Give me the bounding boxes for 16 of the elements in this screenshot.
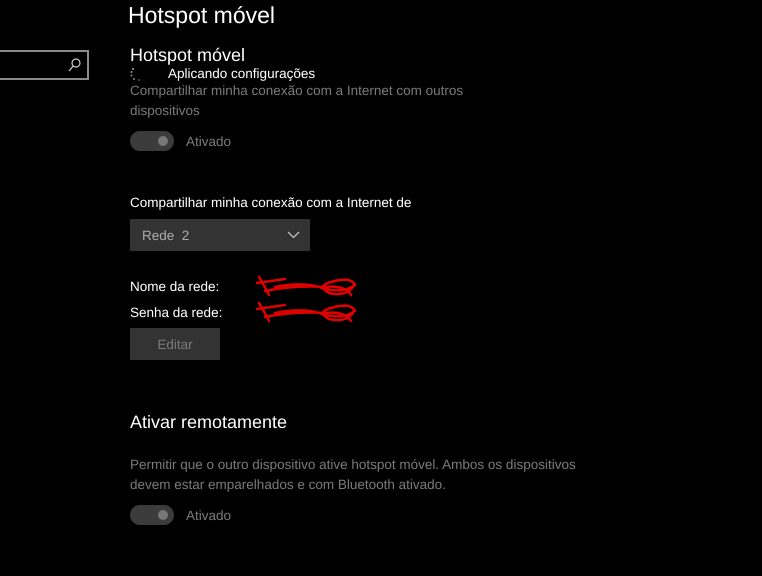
network-dropdown[interactable]: Rede 2 (130, 219, 310, 251)
section-heading: Hotspot móvel (130, 45, 246, 66)
description-text: Compartilhar minha conexão com a Internet com outros dispositivos (130, 82, 464, 120)
toggle-label: Ativado (186, 134, 232, 148)
status-text: Aplicando configurações (168, 66, 316, 81)
field-label: Senha da rede: (130, 304, 224, 320)
chevron-down-icon (287, 231, 300, 239)
search-icon (68, 58, 81, 72)
page-title: Hotspot móvel (128, 2, 276, 29)
toggle-label: Ativado (186, 508, 232, 522)
field-label: Nome da rede: (130, 278, 220, 294)
section-heading: Ativar remotamente (130, 412, 288, 433)
description-text: Permitir que o outro dispositivo ative hotspot móvel. Ambos os dispositivos devem estar emparelhados e com Bluetooth ativado. (130, 456, 577, 494)
search-field[interactable] (0, 50, 89, 80)
loading-spinner-icon (130, 66, 142, 80)
dropdown-label: Compartilhar minha conexão com a Internet de (130, 195, 412, 210)
